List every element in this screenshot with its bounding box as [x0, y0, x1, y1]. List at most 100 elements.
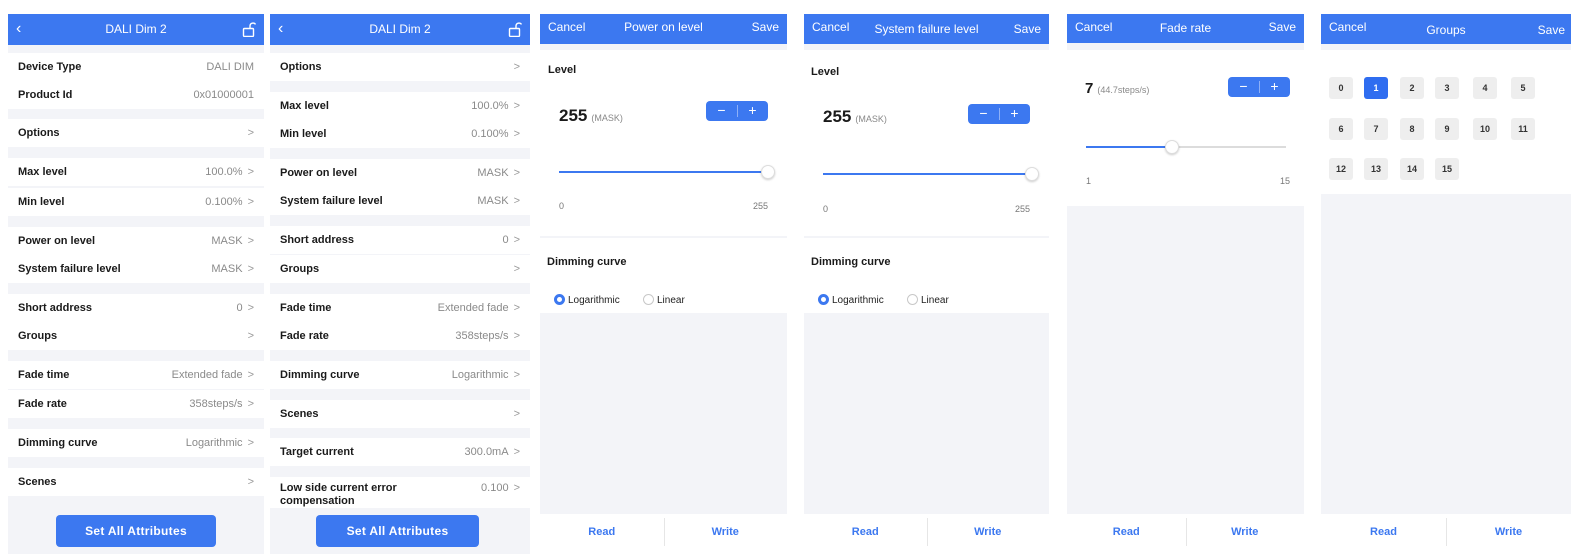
settings-row-fade-time[interactable]: Fade time Extended fade >	[8, 361, 264, 389]
header-bar: Cancel Power on level Save	[540, 14, 787, 44]
radio-logarithmic[interactable]: Logarithmic	[818, 294, 884, 306]
settings-row-system-failure-level[interactable]: System failure level MASK >	[8, 255, 264, 283]
group-button-7[interactable]: 7	[1364, 118, 1388, 140]
group-button-3[interactable]: 3	[1435, 77, 1459, 99]
row-value: 100.0%	[471, 100, 509, 112]
read-button[interactable]: Read	[1067, 514, 1186, 554]
groups-panel: 0 1 2 3 4 5 6 7 8 9 10 11 12 13 14 15	[1321, 50, 1571, 194]
row-value-group: MASK >	[477, 159, 520, 187]
write-button[interactable]: Write	[927, 514, 1050, 554]
level-slider-handle[interactable]	[761, 165, 775, 179]
settings-row-short-address[interactable]: Short address 0 >	[270, 226, 530, 254]
settings-row-power-on-level[interactable]: Power on level MASK >	[270, 159, 530, 187]
row-label: Low side current error compensation	[280, 482, 397, 507]
read-write-bar: Read Write	[1067, 514, 1304, 554]
save-button[interactable]: Save	[1014, 14, 1041, 45]
group-button-10[interactable]: 10	[1473, 118, 1497, 140]
write-button[interactable]: Write	[1186, 514, 1305, 554]
settings-row-fade-rate[interactable]: Fade rate 358steps/s >	[270, 322, 530, 350]
save-button[interactable]: Save	[1538, 14, 1565, 47]
set-all-attributes-button[interactable]: Set All Attributes	[56, 515, 216, 547]
save-button[interactable]: Save	[1269, 14, 1296, 41]
read-button[interactable]: Read	[540, 514, 664, 554]
increase-button[interactable]: +	[999, 104, 1030, 124]
row-label: Power on level	[18, 235, 96, 247]
group-button-11[interactable]: 11	[1511, 118, 1535, 140]
row-label: Groups	[280, 263, 320, 275]
group-button-13[interactable]: 13	[1364, 158, 1388, 180]
level-slider-fill	[823, 173, 1032, 175]
row-value: 358steps/s	[189, 398, 243, 410]
save-button[interactable]: Save	[752, 14, 779, 41]
row-value-group: >	[509, 400, 520, 428]
read-button[interactable]: Read	[1321, 514, 1446, 554]
settings-row-scenes[interactable]: Scenes >	[270, 400, 530, 428]
unlock-icon[interactable]	[508, 22, 522, 37]
group-button-6[interactable]: 6	[1329, 118, 1353, 140]
write-button[interactable]: Write	[664, 514, 788, 554]
settings-row-target-current[interactable]: Target current 300.0mA >	[270, 438, 530, 466]
slider-min-label: 0	[823, 204, 829, 214]
group-button-12[interactable]: 12	[1329, 158, 1353, 180]
radio-logarithmic[interactable]: Logarithmic	[554, 294, 620, 306]
settings-row-system-failure-level[interactable]: System failure level MASK >	[270, 187, 530, 215]
group-button-5[interactable]: 5	[1511, 77, 1535, 99]
fade-rate-slider-handle[interactable]	[1165, 140, 1179, 154]
unlock-icon[interactable]	[242, 22, 256, 37]
row-label: Fade rate	[18, 398, 67, 410]
chevron-right-icon: >	[513, 302, 520, 314]
settings-row-min-level[interactable]: Min level 0.100% >	[270, 120, 530, 148]
chevron-right-icon: >	[513, 263, 520, 275]
level-slider-handle[interactable]	[1025, 167, 1039, 181]
chevron-right-icon: >	[513, 195, 520, 207]
settings-row-options[interactable]: Options >	[270, 53, 530, 81]
radio-unselected-icon	[907, 294, 918, 305]
increase-button[interactable]: +	[1259, 77, 1290, 97]
increase-button[interactable]: +	[737, 101, 768, 121]
decrease-button[interactable]: −	[1228, 77, 1259, 97]
row-value-group: 0x01000001	[193, 81, 254, 109]
settings-row-dimming-curve[interactable]: Dimming curve Logarithmic >	[8, 429, 264, 457]
settings-row-max-level[interactable]: Max level 100.0% >	[8, 158, 264, 186]
settings-row-fade-rate[interactable]: Fade rate 358steps/s >	[8, 390, 264, 418]
row-label: Dimming curve	[18, 437, 98, 449]
group-button-4[interactable]: 4	[1473, 77, 1497, 99]
page-title: DALI Dim 2	[369, 22, 431, 36]
group-button-8[interactable]: 8	[1400, 118, 1424, 140]
settings-row-min-level[interactable]: Min level 0.100% >	[8, 188, 264, 216]
group-button-14[interactable]: 14	[1400, 158, 1424, 180]
settings-row-options[interactable]: Options >	[8, 119, 264, 147]
settings-row-groups[interactable]: Groups >	[8, 322, 264, 350]
decrease-button[interactable]: −	[706, 101, 737, 121]
row-value-group: >	[243, 322, 254, 350]
row-value-group: 100.0% >	[471, 92, 520, 120]
settings-row-dimming-curve[interactable]: Dimming curve Logarithmic >	[270, 361, 530, 389]
row-value: Logarithmic	[185, 437, 243, 449]
group-button-15[interactable]: 15	[1435, 158, 1459, 180]
row-value: Extended fade	[437, 302, 509, 314]
read-button[interactable]: Read	[804, 514, 927, 554]
settings-row-scenes[interactable]: Scenes >	[8, 468, 264, 496]
group-button-2[interactable]: 2	[1400, 77, 1424, 99]
slider-min-label: 1	[1086, 176, 1092, 186]
radio-linear[interactable]: Linear	[907, 294, 949, 306]
row-label: Scenes	[280, 408, 319, 420]
settings-row-max-level[interactable]: Max level 100.0% >	[270, 92, 530, 120]
row-label: Fade time	[280, 302, 332, 314]
group-button-9[interactable]: 9	[1435, 118, 1459, 140]
settings-row-short-address[interactable]: Short address 0 >	[8, 294, 264, 322]
row-value-group: DALI DIM	[206, 53, 254, 81]
group-button-0[interactable]: 0	[1329, 77, 1353, 99]
decrease-button[interactable]: −	[968, 104, 999, 124]
screen-system-failure-level: Cancel System failure level Save Level 2…	[804, 14, 1049, 554]
write-button[interactable]: Write	[1446, 514, 1571, 554]
settings-row-power-on-level[interactable]: Power on level MASK >	[8, 227, 264, 255]
settings-row-groups[interactable]: Groups >	[270, 255, 530, 283]
slider-max-label: 255	[752, 201, 768, 211]
group-button-1[interactable]: 1	[1364, 77, 1388, 99]
radio-linear[interactable]: Linear	[643, 294, 685, 306]
settings-row-fade-time[interactable]: Fade time Extended fade >	[270, 294, 530, 322]
row-value-group: Logarithmic >	[452, 361, 520, 389]
read-write-bar: Read Write	[1321, 514, 1571, 554]
set-all-attributes-button[interactable]: Set All Attributes	[316, 515, 479, 547]
